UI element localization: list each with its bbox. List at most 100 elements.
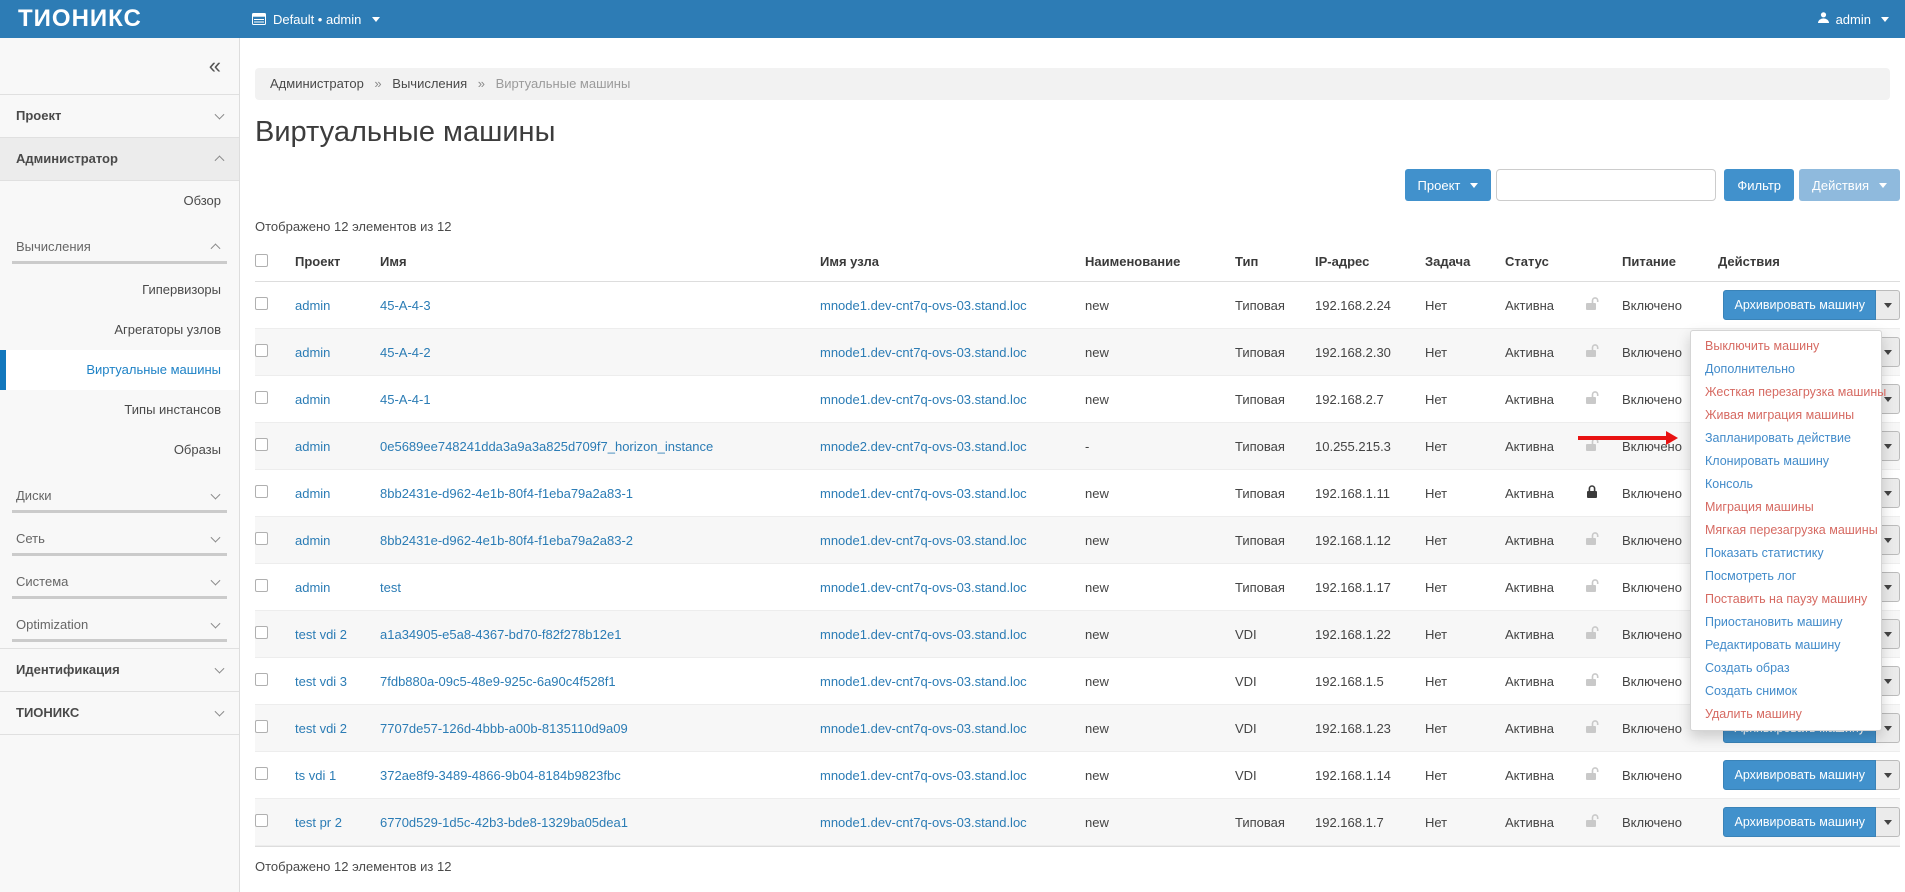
bulk-actions-dropdown-button[interactable]: Действия <box>1799 169 1900 201</box>
sidebar-item[interactable]: Идентификация <box>0 648 239 691</box>
host-node-link[interactable]: mnode1.dev-cnt7q-ovs-03.stand.loc <box>820 486 1027 501</box>
col-header-designation[interactable]: Наименование <box>1085 254 1235 269</box>
row-actions-caret-button[interactable] <box>1876 760 1900 790</box>
action-menu-item[interactable]: Создать образ <box>1691 657 1881 680</box>
archive-vm-button[interactable]: Архивировать машину <box>1723 760 1876 790</box>
row-checkbox[interactable] <box>255 344 268 357</box>
sidebar-item[interactable]: Вычисления <box>12 233 227 264</box>
col-header-node[interactable]: Имя узла <box>820 254 1085 269</box>
host-node-link[interactable]: mnode1.dev-cnt7q-ovs-03.stand.loc <box>820 298 1027 313</box>
project-link[interactable]: admin <box>295 486 330 501</box>
vm-name-link[interactable]: 7fdb880a-09c5-48e9-925c-6a90c4f528f1 <box>380 674 616 689</box>
sidebar-item[interactable]: Образы <box>0 430 239 470</box>
project-filter-dropdown-button[interactable]: Проект <box>1405 169 1492 201</box>
action-menu-item[interactable]: Запланировать действие <box>1691 427 1881 450</box>
vm-name-link[interactable]: test <box>380 580 401 595</box>
host-node-link[interactable]: mnode1.dev-cnt7q-ovs-03.stand.loc <box>820 345 1027 360</box>
sidebar-item[interactable]: Виртуальные машины <box>0 350 239 390</box>
row-checkbox[interactable] <box>255 297 268 310</box>
sidebar-item[interactable]: Сеть <box>12 525 227 556</box>
host-node-link[interactable]: mnode1.dev-cnt7q-ovs-03.stand.loc <box>820 580 1027 595</box>
vm-name-link[interactable]: 6770d529-1d5c-42b3-bde8-1329ba05dea1 <box>380 815 628 830</box>
action-menu-item[interactable]: Посмотреть лог <box>1691 565 1881 588</box>
select-all-checkbox[interactable] <box>255 254 268 267</box>
sidebar-item[interactable]: ТИОНИКС <box>0 691 239 735</box>
archive-vm-button[interactable]: Архивировать машину <box>1723 807 1876 837</box>
row-checkbox[interactable] <box>255 814 268 827</box>
sidebar-collapse-button[interactable]: « <box>209 55 221 77</box>
host-node-link[interactable]: mnode1.dev-cnt7q-ovs-03.stand.loc <box>820 721 1027 736</box>
action-menu-item[interactable]: Дополнительно <box>1691 358 1881 381</box>
project-link[interactable]: test vdi 3 <box>295 674 347 689</box>
user-menu[interactable]: admin <box>1817 11 1905 27</box>
action-menu-item[interactable]: Удалить машину <box>1691 703 1881 726</box>
project-link[interactable]: admin <box>295 580 330 595</box>
host-node-link[interactable]: mnode1.dev-cnt7q-ovs-03.stand.loc <box>820 674 1027 689</box>
row-checkbox[interactable] <box>255 767 268 780</box>
row-checkbox[interactable] <box>255 438 268 451</box>
host-node-link[interactable]: mnode1.dev-cnt7q-ovs-03.stand.loc <box>820 815 1027 830</box>
row-actions-caret-button[interactable] <box>1876 807 1900 837</box>
action-menu-item[interactable]: Редактировать машину <box>1691 634 1881 657</box>
sidebar-item[interactable]: Агрегаторы узлов <box>0 310 239 350</box>
col-header-name[interactable]: Имя <box>380 254 820 269</box>
sidebar-item[interactable]: Гипервизоры <box>0 270 239 310</box>
row-actions-caret-button[interactable] <box>1876 290 1900 320</box>
action-menu-item[interactable]: Консоль <box>1691 473 1881 496</box>
col-header-ip[interactable]: IP-адрес <box>1315 254 1425 269</box>
col-header-project[interactable]: Проект <box>295 254 380 269</box>
action-menu-item[interactable]: Мягкая перезагрузка машины <box>1691 519 1881 542</box>
search-input[interactable] <box>1496 169 1716 201</box>
row-checkbox[interactable] <box>255 391 268 404</box>
project-link[interactable]: test vdi 2 <box>295 627 347 642</box>
row-checkbox[interactable] <box>255 720 268 733</box>
project-link[interactable]: ts vdi 1 <box>295 768 336 783</box>
breadcrumb-admin[interactable]: Администратор <box>270 76 364 91</box>
sidebar-item[interactable]: Администратор <box>0 137 239 181</box>
sidebar-item[interactable]: Система <box>12 568 227 599</box>
col-header-task[interactable]: Задача <box>1425 254 1505 269</box>
action-menu-item[interactable]: Создать снимок <box>1691 680 1881 703</box>
vm-name-link[interactable]: 45-A-4-2 <box>380 345 431 360</box>
action-menu-item[interactable]: Поставить на паузу машину <box>1691 588 1881 611</box>
action-menu-item[interactable]: Выключить машину <box>1691 335 1881 358</box>
vm-name-link[interactable]: 8bb2431e-d962-4e1b-80f4-f1eba79a2a83-2 <box>380 533 633 548</box>
vm-name-link[interactable]: 0e5689ee748241dda3a9a3a825d709f7_horizon… <box>380 439 713 454</box>
row-checkbox[interactable] <box>255 579 268 592</box>
action-menu-item[interactable]: Миграция машины <box>1691 496 1881 519</box>
sidebar-item[interactable]: Optimization <box>12 611 227 642</box>
project-link[interactable]: test pr 2 <box>295 815 342 830</box>
project-link[interactable]: admin <box>295 345 330 360</box>
action-menu-item[interactable]: Показать статистику <box>1691 542 1881 565</box>
row-checkbox[interactable] <box>255 673 268 686</box>
vm-name-link[interactable]: 372ae8f9-3489-4866-9b04-8184b9823fbc <box>380 768 621 783</box>
project-link[interactable]: admin <box>295 439 330 454</box>
sidebar-item[interactable]: Диски <box>12 482 227 513</box>
vm-name-link[interactable]: 7707de57-126d-4bbb-a00b-8135110d9a09 <box>380 721 628 736</box>
sidebar-item[interactable]: Типы инстансов <box>0 390 239 430</box>
domain-project-switcher[interactable]: Default • admin <box>252 12 380 27</box>
host-node-link[interactable]: mnode1.dev-cnt7q-ovs-03.stand.loc <box>820 627 1027 642</box>
col-header-power[interactable]: Питание <box>1622 254 1710 269</box>
row-checkbox[interactable] <box>255 532 268 545</box>
row-checkbox[interactable] <box>255 626 268 639</box>
action-menu-item[interactable]: Клонировать машину <box>1691 450 1881 473</box>
col-header-status[interactable]: Статус <box>1505 254 1585 269</box>
sidebar-item[interactable]: Обзор <box>0 181 239 221</box>
vm-name-link[interactable]: 45-A-4-1 <box>380 392 431 407</box>
project-link[interactable]: admin <box>295 533 330 548</box>
host-node-link[interactable]: mnode1.dev-cnt7q-ovs-03.stand.loc <box>820 533 1027 548</box>
vm-name-link[interactable]: 8bb2431e-d962-4e1b-80f4-f1eba79a2a83-1 <box>380 486 633 501</box>
host-node-link[interactable]: mnode2.dev-cnt7q-ovs-03.stand.loc <box>820 439 1027 454</box>
action-menu-item[interactable]: Приостановить машину <box>1691 611 1881 634</box>
filter-button[interactable]: Фильтр <box>1724 169 1794 201</box>
vm-name-link[interactable]: 45-A-4-3 <box>380 298 431 313</box>
breadcrumb-compute[interactable]: Вычисления <box>392 76 467 91</box>
vm-name-link[interactable]: a1a34905-e5a8-4367-bd70-f82f278b12e1 <box>380 627 621 642</box>
host-node-link[interactable]: mnode1.dev-cnt7q-ovs-03.stand.loc <box>820 392 1027 407</box>
project-link[interactable]: test vdi 2 <box>295 721 347 736</box>
row-checkbox[interactable] <box>255 485 268 498</box>
project-link[interactable]: admin <box>295 298 330 313</box>
sidebar-item[interactable]: Проект <box>0 94 239 137</box>
action-menu-item[interactable]: Жесткая перезагрузка машины <box>1691 381 1881 404</box>
